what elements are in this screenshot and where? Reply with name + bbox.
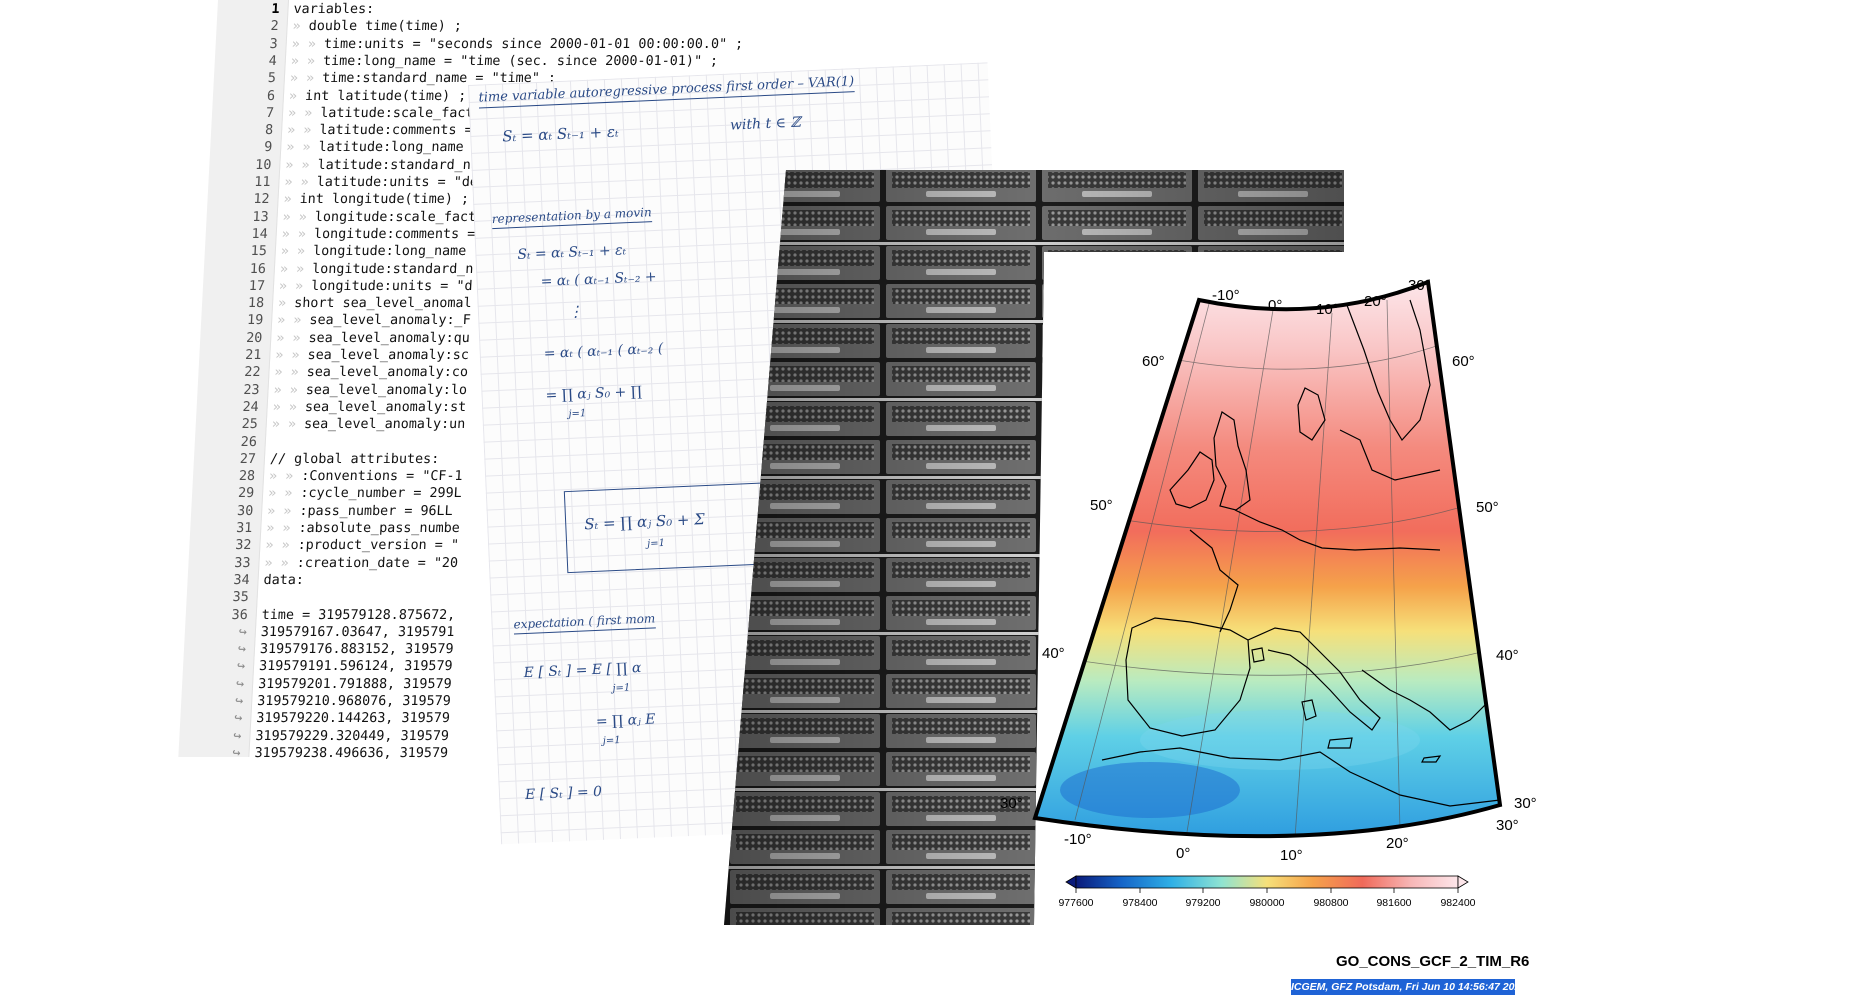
colorbar-low-arrow — [1065, 875, 1077, 889]
colorbar-tick-label: 981600 — [1376, 897, 1411, 909]
top-lon-label: 20° — [1364, 293, 1387, 310]
top-lon-label: 0° — [1268, 297, 1282, 314]
colorbar: 977600 978400 979200 980000 980800 98160… — [1058, 875, 1476, 909]
bottom-lon-label: 10° — [1280, 847, 1303, 864]
right-lat-label: 40° — [1496, 647, 1519, 664]
model-title: GO_CONS_GCF_2_TIM_R6 — [1336, 953, 1530, 970]
colorbar-tick-label: 980800 — [1313, 897, 1348, 909]
top-lon-label: 30° — [1408, 277, 1431, 294]
colorbar-tick-label: 977600 — [1058, 897, 1093, 909]
colorbar-tick-label: 980000 — [1249, 897, 1284, 909]
colorbar-ticks — [1075, 888, 1459, 893]
bottom-lon-label: -10° — [1064, 831, 1092, 848]
colorbar-tick-label: 979200 — [1185, 897, 1220, 909]
gravity-map-europe: -10° 0° 10° 20° 30° -10° 0° 10° 20° 30° … — [1000, 277, 1537, 909]
colorbar-high-arrow — [1457, 875, 1469, 889]
left-lat-label: 50° — [1090, 497, 1113, 514]
colorbar-tick-label: 978400 — [1122, 897, 1157, 909]
colorbar-tick-label: 982400 — [1440, 897, 1475, 909]
left-lat-label: 60° — [1142, 353, 1165, 370]
left-lat-label: 40° — [1042, 645, 1065, 662]
top-lon-label: 10° — [1316, 301, 1339, 318]
top-lon-label: -10° — [1212, 287, 1240, 304]
bottom-lon-label: 30° — [1496, 817, 1519, 834]
right-lat-label: 50° — [1476, 499, 1499, 516]
credit-badge: ICGEM, GFZ Potsdam, Fri Jun 10 14:56:47 … — [1291, 979, 1527, 995]
mediterranean-band — [1140, 710, 1420, 770]
right-lat-label: 30° — [1514, 795, 1537, 812]
left-lat-label: 30° — [1000, 795, 1023, 812]
bottom-lon-label: 20° — [1386, 835, 1409, 852]
right-lat-label: 60° — [1452, 353, 1475, 370]
low-anomaly-region — [1060, 762, 1240, 818]
bottom-lon-label: 0° — [1176, 845, 1190, 862]
colorbar-bar — [1075, 875, 1459, 889]
